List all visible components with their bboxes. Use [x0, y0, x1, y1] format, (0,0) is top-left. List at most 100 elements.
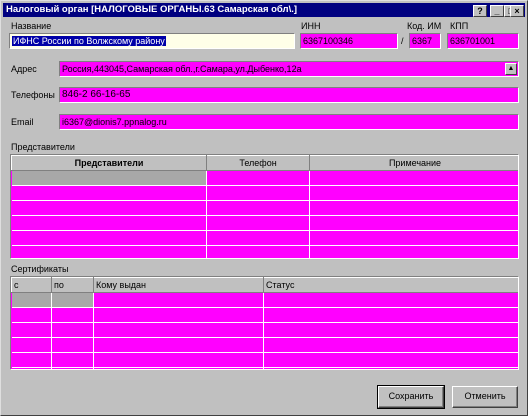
save-button[interactable]: Сохранить: [377, 385, 445, 409]
representatives-table[interactable]: Представители Телефон Примечание: [10, 154, 519, 259]
window-title: Налоговый орган [НАЛОГОВЫЕ ОРГАНЫ.63 Сам…: [6, 4, 298, 15]
certificate-row[interactable]: [11, 352, 518, 368]
cancel-button-label: Отменить: [464, 391, 506, 401]
representative-cell[interactable]: [11, 230, 207, 246]
inn-label: ИНН: [301, 21, 321, 31]
certificate-cell[interactable]: [51, 322, 94, 338]
representative-cell[interactable]: [309, 245, 518, 258]
kod-label: Код. ИМ: [407, 21, 442, 31]
name-label: Название: [11, 21, 52, 31]
title-bar[interactable]: Налоговый орган [НАЛОГОВЫЕ ОРГАНЫ.63 Сам…: [3, 3, 525, 17]
dialog-window: Налоговый орган [НАЛОГОВЫЕ ОРГАНЫ.63 Сам…: [0, 0, 528, 416]
kod-separator: /: [401, 36, 404, 46]
name-field[interactable]: ИФНС России по Волжскому району: [9, 33, 295, 49]
representatives-label: Представители: [11, 142, 75, 152]
kpp-field[interactable]: 636701001: [447, 33, 519, 49]
certificate-cell[interactable]: [263, 352, 518, 368]
representative-cell[interactable]: [206, 215, 310, 231]
kod-field[interactable]: 6367: [409, 33, 441, 49]
representative-row[interactable]: [11, 215, 518, 231]
close-button[interactable]: ×: [510, 5, 524, 17]
certificates-label: Сертификаты: [11, 264, 69, 274]
certificate-cell[interactable]: [51, 292, 94, 308]
representative-cell[interactable]: [11, 170, 207, 186]
representative-row[interactable]: [11, 185, 518, 201]
certificate-cell[interactable]: [263, 307, 518, 323]
certificate-row[interactable]: [11, 367, 518, 369]
certificate-cell[interactable]: [93, 352, 264, 368]
certificate-cell[interactable]: [11, 322, 52, 338]
certificate-cell[interactable]: [11, 337, 52, 353]
address-label: Адрес: [11, 64, 37, 74]
email-value: i6367@dionis7.ppnalog.ru: [62, 117, 167, 127]
save-button-label: Сохранить: [388, 391, 434, 401]
phones-label: Телефоны: [11, 90, 55, 100]
certificate-row[interactable]: [11, 307, 518, 323]
phones-value: 846-2 66-16-65: [62, 89, 131, 100]
address-field[interactable]: Россия,443045,Самарская обл.,г.Самара,ул…: [59, 61, 519, 77]
minimize-button[interactable]: _: [490, 5, 504, 17]
certificate-cell[interactable]: [263, 367, 518, 369]
representative-cell[interactable]: [206, 185, 310, 201]
representative-row[interactable]: [11, 245, 518, 258]
email-label: Email: [11, 117, 34, 127]
representative-cell[interactable]: [11, 185, 207, 201]
representative-cell[interactable]: [11, 200, 207, 216]
inn-field[interactable]: 6367100346: [300, 33, 398, 49]
certificate-cell[interactable]: [11, 292, 52, 308]
inn-value: 6367100346: [303, 36, 354, 46]
kod-value: 6367: [412, 36, 433, 46]
kpp-label: КПП: [450, 21, 469, 31]
column-header-note[interactable]: Примечание: [309, 155, 518, 171]
representative-cell[interactable]: [206, 170, 310, 186]
certificate-cell[interactable]: [51, 307, 94, 323]
representative-cell[interactable]: [206, 245, 310, 258]
certificate-cell[interactable]: [263, 337, 518, 353]
certificate-cell[interactable]: [263, 322, 518, 338]
cancel-button[interactable]: Отменить: [452, 386, 518, 408]
certificates-table[interactable]: с по Кому выдан Статус: [10, 276, 519, 370]
certificate-cell[interactable]: [263, 292, 518, 308]
help-button[interactable]: ?: [473, 5, 487, 17]
certificate-cell[interactable]: [93, 322, 264, 338]
column-header-status[interactable]: Статус: [263, 277, 518, 293]
representative-cell[interactable]: [309, 170, 518, 186]
minimize-icon: _: [494, 6, 500, 16]
column-header-phone[interactable]: Телефон: [206, 155, 310, 171]
representative-cell[interactable]: [309, 200, 518, 216]
representative-cell[interactable]: [309, 185, 518, 201]
representative-cell[interactable]: [206, 230, 310, 246]
certificate-cell[interactable]: [51, 352, 94, 368]
certificate-cell[interactable]: [11, 352, 52, 368]
certificate-cell[interactable]: [51, 337, 94, 353]
column-header-from[interactable]: с: [11, 277, 52, 293]
representative-row[interactable]: [11, 170, 518, 186]
close-icon: ×: [514, 6, 520, 16]
certificate-cell[interactable]: [51, 367, 94, 369]
phones-field[interactable]: 846-2 66-16-65: [59, 87, 519, 103]
column-header-representatives[interactable]: Представители: [11, 155, 207, 171]
representative-row[interactable]: [11, 200, 518, 216]
scroll-up-icon[interactable]: ▲: [505, 63, 517, 75]
representative-cell[interactable]: [206, 200, 310, 216]
representative-cell[interactable]: [309, 215, 518, 231]
certificate-cell[interactable]: [93, 367, 264, 369]
certificate-cell[interactable]: [11, 307, 52, 323]
email-field[interactable]: i6367@dionis7.ppnalog.ru: [59, 114, 519, 130]
help-icon: ?: [477, 6, 483, 16]
kpp-value: 636701001: [450, 36, 496, 46]
certificate-row[interactable]: [11, 322, 518, 338]
certificate-row[interactable]: [11, 337, 518, 353]
column-header-to[interactable]: по: [51, 277, 94, 293]
certificate-row[interactable]: [11, 292, 518, 308]
certificate-cell[interactable]: [93, 292, 264, 308]
certificate-cell[interactable]: [11, 367, 52, 369]
address-value: Россия,443045,Самарская обл.,г.Самара,ул…: [62, 64, 302, 74]
column-header-issued-to[interactable]: Кому выдан: [93, 277, 264, 293]
representative-cell[interactable]: [309, 230, 518, 246]
certificate-cell[interactable]: [93, 307, 264, 323]
certificate-cell[interactable]: [93, 337, 264, 353]
representative-cell[interactable]: [11, 245, 207, 258]
representative-cell[interactable]: [11, 215, 207, 231]
representative-row[interactable]: [11, 230, 518, 246]
